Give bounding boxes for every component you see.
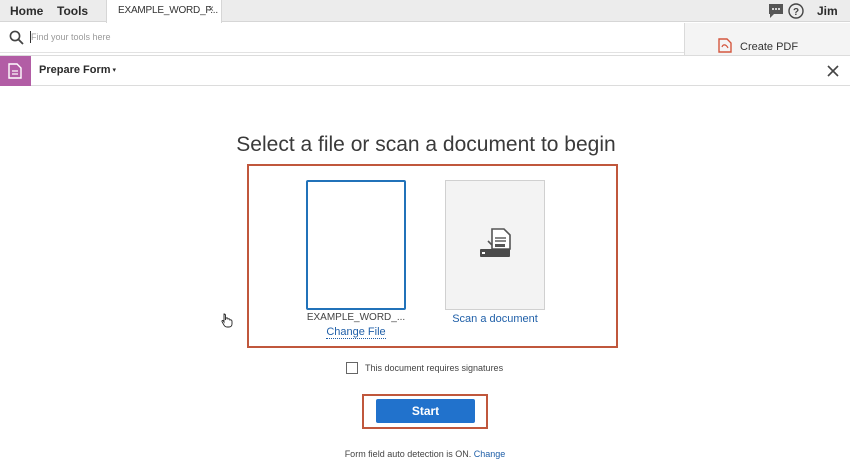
document-tab[interactable]: EXAMPLE_WORD_F... × <box>106 0 222 23</box>
menu-tools[interactable]: Tools <box>57 4 88 18</box>
close-icon[interactable] <box>824 62 842 80</box>
prepare-form-toolbar: Prepare Form ▾ <box>0 55 850 86</box>
close-tab-icon[interactable]: × <box>208 4 214 15</box>
create-pdf-tool[interactable]: Create PDF <box>740 41 798 53</box>
selected-file-name: EXAMPLE_WORD_... <box>306 312 406 323</box>
prepare-form-menu[interactable]: Prepare Form ▾ <box>39 64 116 76</box>
autodetect-change-link[interactable]: Change <box>474 449 506 459</box>
search-icon <box>9 30 24 45</box>
selected-file-thumbnail[interactable] <box>306 180 406 310</box>
comment-icon[interactable] <box>768 3 784 19</box>
menu-home[interactable]: Home <box>10 4 43 18</box>
help-icon[interactable]: ? <box>788 3 804 19</box>
change-file-link[interactable]: Change File <box>296 326 416 339</box>
svg-text:?: ? <box>793 7 799 18</box>
require-signatures-checkbox[interactable] <box>346 362 358 374</box>
prepare-form-title: Prepare Form <box>39 64 111 76</box>
user-menu[interactable]: Jim <box>817 4 838 18</box>
document-tab-label: EXAMPLE_WORD_F... <box>118 5 218 16</box>
create-pdf-icon <box>718 38 732 53</box>
page-title-text: Select a file or scan a document to begi… <box>236 133 616 156</box>
top-menu-bar: Home Tools EXAMPLE_WORD_F... × ? Jim <box>0 0 850 23</box>
change-file-label: Change File <box>326 326 386 339</box>
form-document-icon <box>8 63 22 79</box>
scan-document-link[interactable]: Scan a document <box>430 313 560 325</box>
search-input[interactable]: Find your tools here <box>31 32 111 42</box>
scan-document-tile[interactable] <box>445 180 545 310</box>
autodetect-text: Form field auto detection is ON. <box>344 449 472 459</box>
prepare-form-icon-box <box>0 56 31 86</box>
tool-search-bar: Find your tools here <box>0 23 684 53</box>
autodetect-status: Form field auto detection is ON. Change <box>0 449 850 459</box>
start-button[interactable]: Start <box>376 399 475 423</box>
scanner-icon <box>480 228 511 257</box>
require-signatures-label: This document requires signatures <box>365 363 504 373</box>
hand-cursor-icon <box>221 313 233 328</box>
page-title: Select a file or scan a document to begi… <box>0 133 850 157</box>
right-tools-panel: Create PDF <box>684 23 850 55</box>
chevron-down-icon: ▾ <box>112 67 117 74</box>
